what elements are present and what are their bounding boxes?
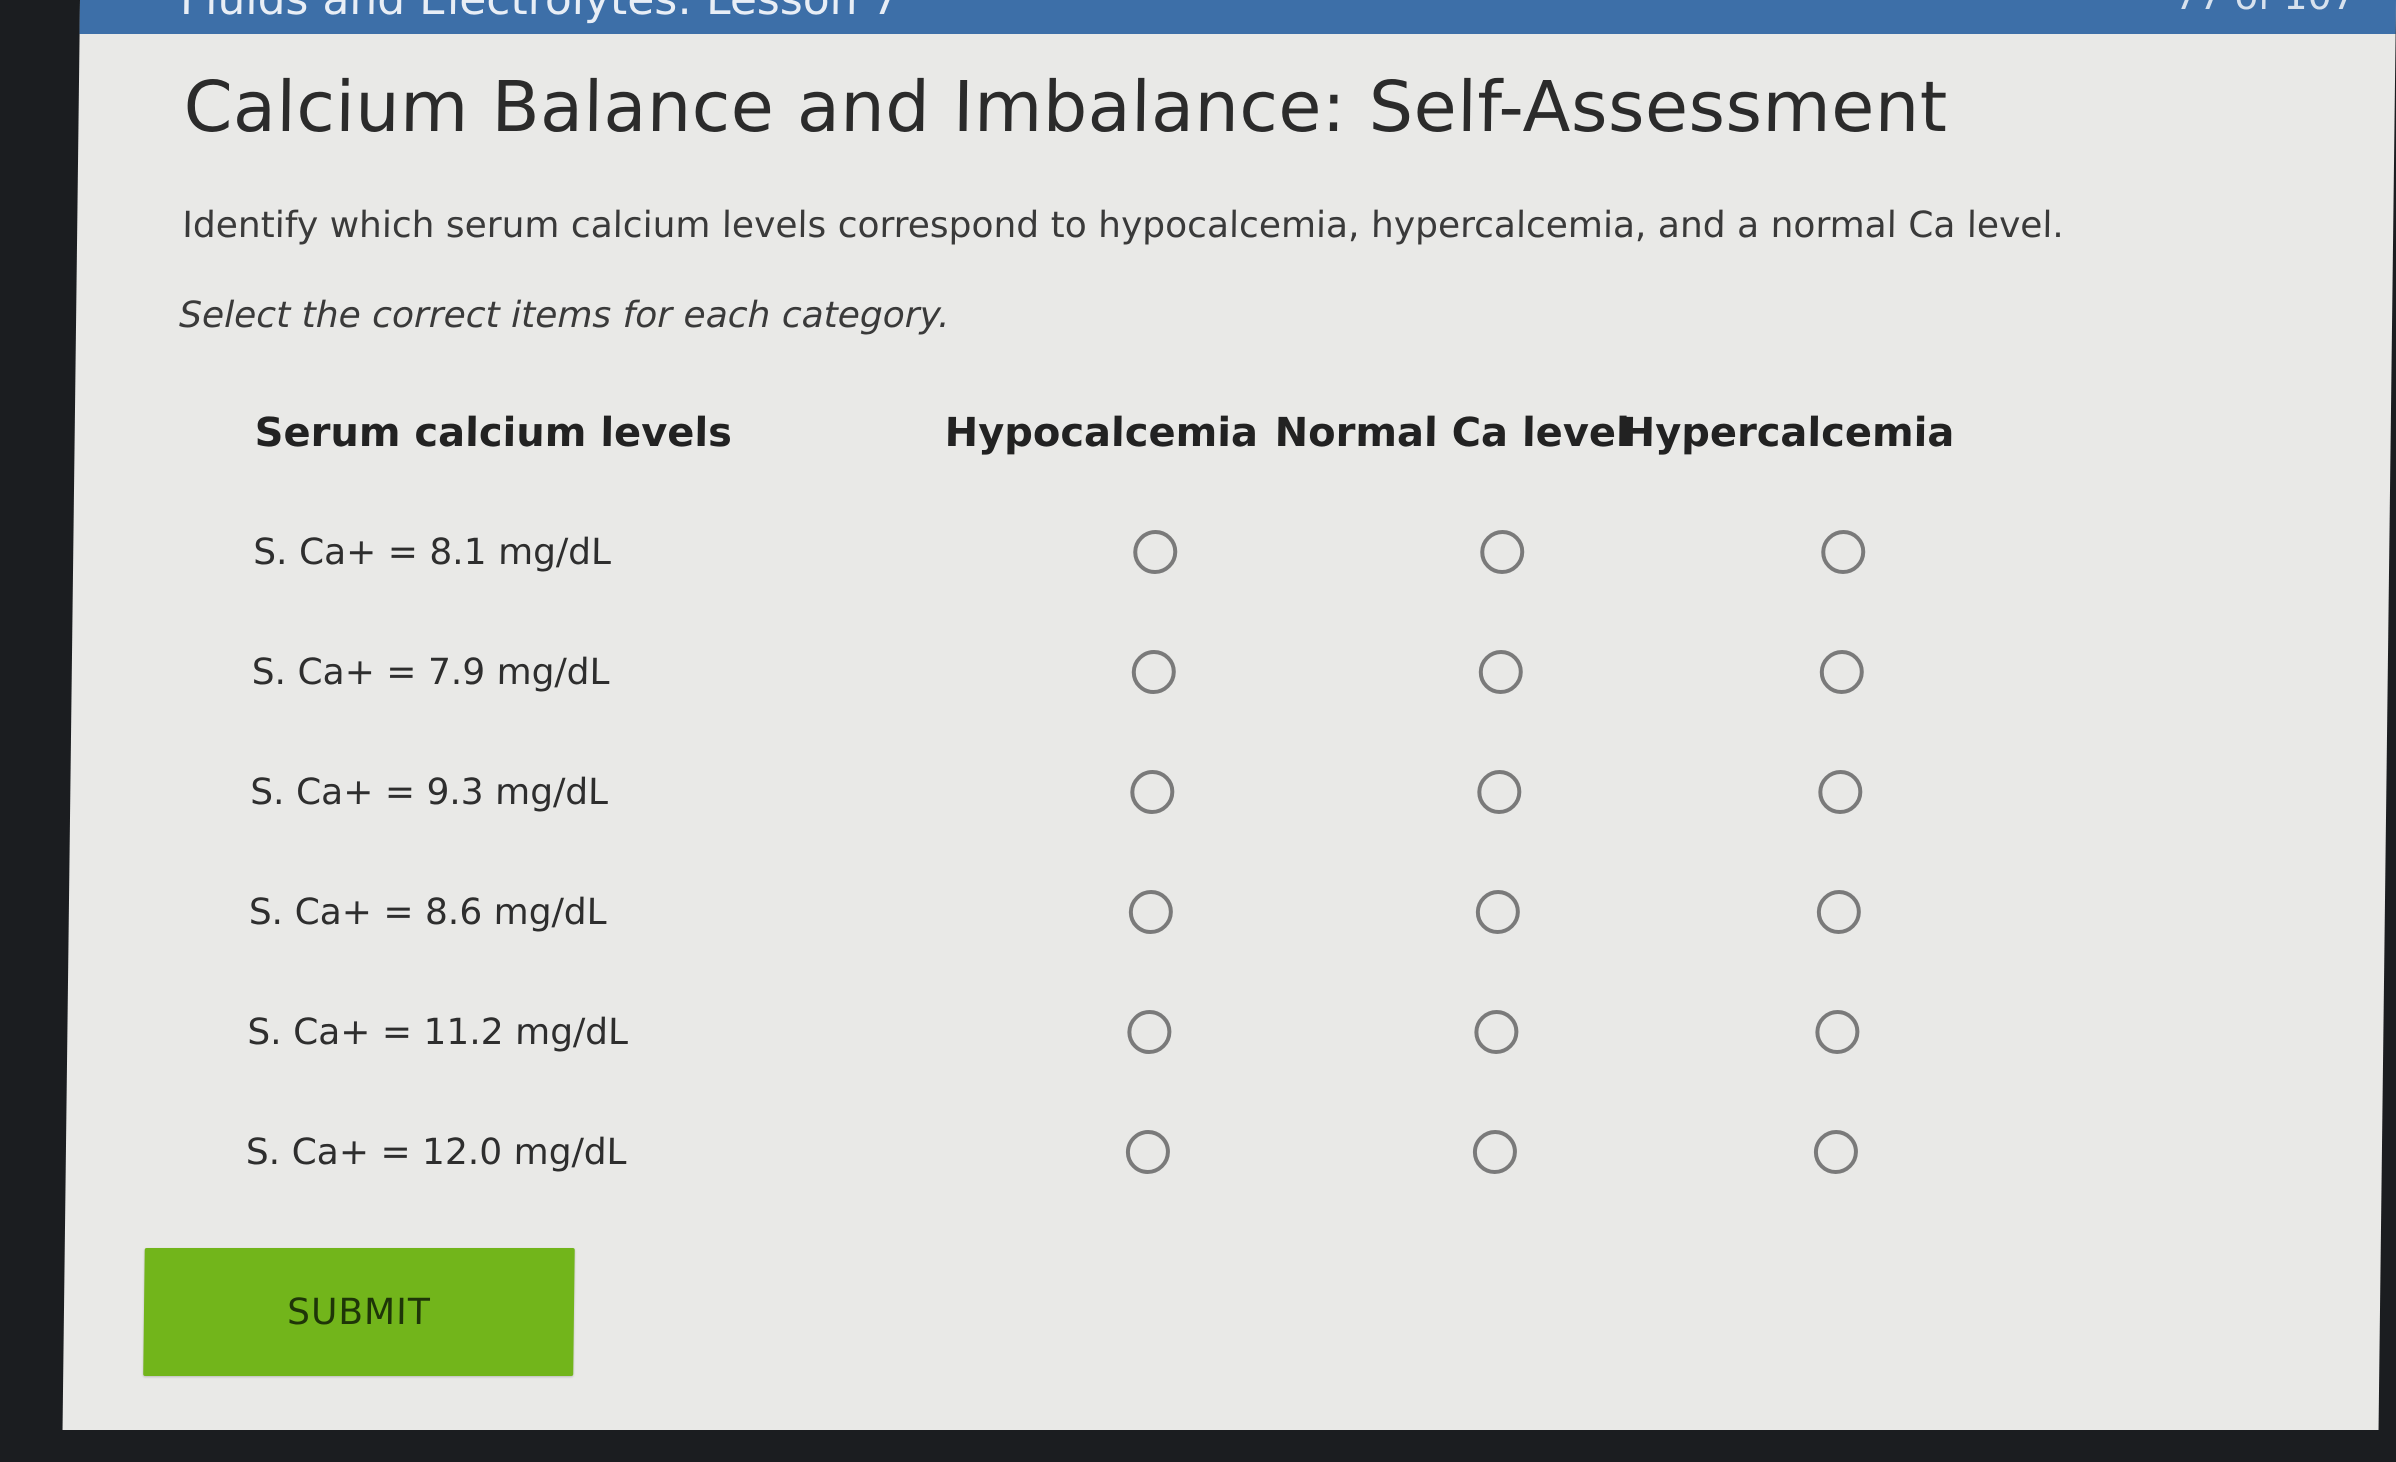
table-row: S. Ca+ = 11.2 mg/dL: [247, 1000, 2048, 1100]
table-row: S. Ca+ = 12.0 mg/dL: [245, 1120, 2046, 1220]
lesson-header-bar: Fluids and Electrolytes: Lesson 7 77 of …: [79, 0, 2396, 34]
serum-level-label: S. Ca+ = 8.1 mg/dL: [252, 532, 612, 573]
radio-hypercalcemia[interactable]: [1819, 650, 1865, 694]
table-row: S. Ca+ = 8.6 mg/dL: [248, 880, 2049, 980]
lesson-screen: Fluids and Electrolytes: Lesson 7 77 of …: [62, 0, 2396, 1430]
column-header-hypercalcemia: Hypercalcemia: [1621, 410, 1955, 456]
table-row: S. Ca+ = 9.3 mg/dL: [249, 760, 2050, 860]
table-row: S. Ca+ = 7.9 mg/dL: [251, 640, 2052, 740]
radio-hypocalcemia[interactable]: [1131, 650, 1177, 694]
column-header-normal: Normal Ca level: [1274, 410, 1631, 456]
radio-normal[interactable]: [1478, 650, 1524, 694]
page-title: Calcium Balance and Imbalance: Self-Asse…: [183, 66, 1949, 148]
serum-level-label: S. Ca+ = 9.3 mg/dL: [250, 772, 609, 813]
assessment-matrix: Serum calcium levels Hypocalcemia Normal…: [245, 410, 2055, 1210]
progress-counter: 77 of 107: [2174, 0, 2356, 18]
radio-hypercalcemia[interactable]: [1820, 530, 1866, 574]
serum-level-label: S. Ca+ = 7.9 mg/dL: [251, 652, 610, 693]
prompt-text: Select the correct items for each catego…: [178, 295, 950, 336]
radio-normal[interactable]: [1472, 1130, 1518, 1174]
radio-hypercalcemia[interactable]: [1815, 1010, 1860, 1054]
radio-hypocalcemia[interactable]: [1127, 1010, 1172, 1054]
radio-hypocalcemia[interactable]: [1132, 530, 1178, 574]
radio-hypercalcemia[interactable]: [1818, 770, 1863, 814]
radio-hypercalcemia[interactable]: [1813, 1130, 1859, 1174]
radio-normal[interactable]: [1479, 530, 1525, 574]
table-row: S. Ca+ = 8.1 mg/dL: [252, 520, 2053, 620]
instructions-text: Identify which serum calcium levels corr…: [181, 205, 2065, 246]
radio-hypocalcemia[interactable]: [1128, 890, 1174, 934]
radio-normal[interactable]: [1475, 890, 1521, 934]
radio-normal[interactable]: [1477, 770, 1522, 814]
serum-level-label: S. Ca+ = 8.6 mg/dL: [248, 892, 607, 933]
radio-normal[interactable]: [1474, 1010, 1519, 1054]
radio-hypocalcemia[interactable]: [1125, 1130, 1171, 1174]
radio-hypercalcemia[interactable]: [1816, 890, 1862, 934]
serum-level-label: S. Ca+ = 12.0 mg/dL: [245, 1132, 627, 1173]
radio-hypocalcemia[interactable]: [1130, 770, 1175, 814]
column-header-hypocalcemia: Hypocalcemia: [944, 410, 1259, 456]
submit-button[interactable]: SUBMIT: [143, 1248, 575, 1376]
lesson-title: Fluids and Electrolytes: Lesson 7: [180, 0, 900, 25]
serum-level-label: S. Ca+ = 11.2 mg/dL: [247, 1012, 629, 1053]
column-header-serum-levels: Serum calcium levels: [254, 410, 733, 456]
